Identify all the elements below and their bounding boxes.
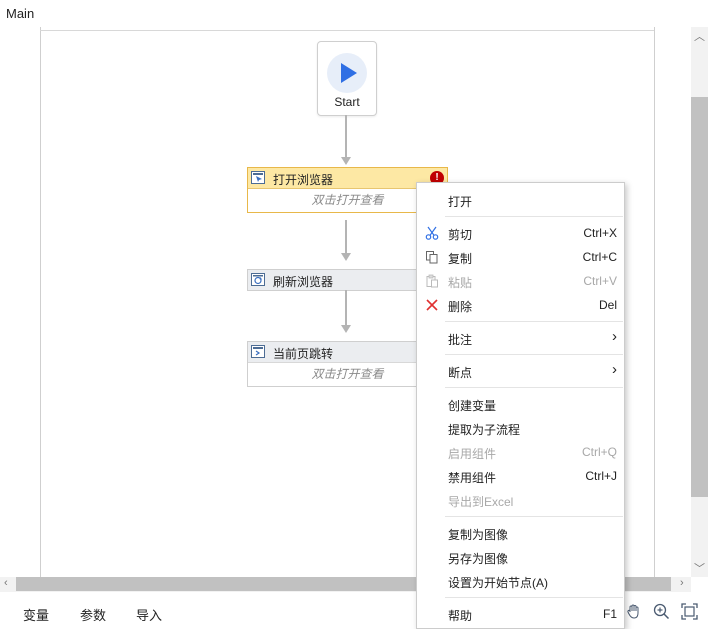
fit-to-screen-icon[interactable] (681, 603, 698, 623)
activity-title: 打开浏览器 (273, 173, 334, 187)
flow-container-header (40, 27, 654, 31)
connector-arrow-icon (341, 325, 351, 333)
menu-item-label: 导出到Excel (448, 495, 514, 509)
menu-item-label: 设置为开始节点(A) (448, 576, 548, 590)
menu-item-label: 删除 (448, 300, 473, 314)
menu-item-export-excel[interactable]: 导出到Excel (417, 489, 624, 511)
menu-item-shortcut: Ctrl+X (583, 226, 617, 240)
scroll-left-icon[interactable]: ‹ (4, 577, 8, 589)
menu-item-open[interactable]: 打开 (417, 189, 624, 211)
flow-connector (345, 115, 347, 157)
document-tab-bar: Main (0, 0, 708, 28)
vertical-scroll-thumb[interactable] (691, 97, 708, 497)
menu-item-copy-as-image[interactable]: 复制为图像 (417, 522, 624, 544)
menu-item-label: 提取为子流程 (448, 423, 521, 437)
menu-separator (445, 597, 623, 598)
menu-item-help[interactable]: 帮助 F1 (417, 603, 624, 625)
scroll-down-icon[interactable]: ﹀ (691, 560, 708, 576)
activity-title: 当前页跳转 (273, 347, 334, 361)
menu-item-label: 剪切 (448, 228, 473, 242)
menu-separator (445, 216, 623, 217)
menu-item-breakpoint[interactable]: 断点 › (417, 360, 624, 382)
menu-item-shortcut: Ctrl+V (583, 274, 617, 288)
menu-item-shortcut: Ctrl+C (582, 250, 617, 264)
connector-arrow-icon (341, 253, 351, 261)
start-node[interactable]: Start (317, 41, 377, 116)
copy-icon (425, 250, 439, 264)
menu-item-label: 复制 (448, 252, 473, 266)
tab-imports[interactable]: 导入 (136, 605, 162, 624)
tab-parameters[interactable]: 参数 (80, 605, 106, 624)
paste-icon (425, 274, 439, 288)
hand-pan-icon[interactable] (626, 603, 642, 622)
menu-item-create-variable[interactable]: 创建变量 (417, 393, 624, 415)
delete-x-icon (425, 298, 439, 312)
menu-item-disable-component[interactable]: 禁用组件 Ctrl+J (417, 465, 624, 487)
menu-item-set-start-node[interactable]: 设置为开始节点(A) (417, 570, 624, 592)
menu-item-paste[interactable]: 粘贴 Ctrl+V (417, 270, 624, 292)
menu-item-enable-component[interactable]: 启用组件 Ctrl+Q (417, 441, 624, 463)
menu-item-label: 启用组件 (448, 447, 497, 461)
menu-separator (445, 516, 623, 517)
zoom-in-icon[interactable] (653, 603, 670, 623)
activity-title: 刷新浏览器 (273, 275, 334, 289)
menu-item-annotate[interactable]: 批注 › (417, 327, 624, 349)
menu-item-label: 创建变量 (448, 399, 497, 413)
menu-item-shortcut: Ctrl+J (585, 469, 617, 483)
menu-item-cut[interactable]: 剪切 Ctrl+X (417, 222, 624, 244)
context-menu: 打开 剪切 Ctrl+X 复制 Ctrl+C 粘贴 Ctrl+V 删除 Del … (416, 182, 625, 629)
menu-item-shortcut: Del (598, 298, 617, 312)
menu-item-delete[interactable]: 删除 Del (417, 294, 624, 316)
menu-separator (445, 387, 623, 388)
tab-variables[interactable]: 变量 (23, 605, 49, 624)
browser-open-icon (251, 171, 265, 184)
start-label: Start (334, 95, 360, 109)
scissors-icon (425, 226, 439, 240)
flow-connector (345, 220, 347, 253)
vertical-scrollbar[interactable]: ︿ ﹀ (691, 27, 708, 577)
play-icon (327, 53, 367, 93)
menu-item-save-as-image[interactable]: 另存为图像 (417, 546, 624, 568)
menu-item-label: 断点 (448, 366, 473, 380)
scroll-right-icon[interactable]: › (680, 577, 684, 589)
document-tab-main[interactable]: Main (6, 6, 34, 21)
menu-item-label: 粘贴 (448, 276, 473, 290)
menu-item-copy[interactable]: 复制 Ctrl+C (417, 246, 624, 268)
menu-separator (445, 321, 623, 322)
menu-item-shortcut: F1 (602, 607, 617, 621)
menu-item-label: 打开 (448, 195, 473, 209)
connector-arrow-icon (341, 157, 351, 165)
scroll-up-icon[interactable]: ︿ (691, 28, 708, 44)
navigate-icon (251, 345, 265, 358)
menu-item-label: 另存为图像 (448, 552, 509, 566)
menu-item-label: 复制为图像 (448, 528, 509, 542)
menu-item-extract-subflow[interactable]: 提取为子流程 (417, 417, 624, 439)
menu-item-label: 禁用组件 (448, 471, 497, 485)
chevron-right-icon: › (612, 361, 617, 378)
menu-item-shortcut: Ctrl+Q (581, 445, 617, 459)
flow-connector (345, 290, 347, 325)
menu-item-label: 帮助 (448, 609, 473, 623)
refresh-icon (251, 273, 265, 286)
chevron-right-icon: › (612, 328, 617, 345)
menu-item-label: 批注 (448, 333, 473, 347)
menu-separator (445, 354, 623, 355)
